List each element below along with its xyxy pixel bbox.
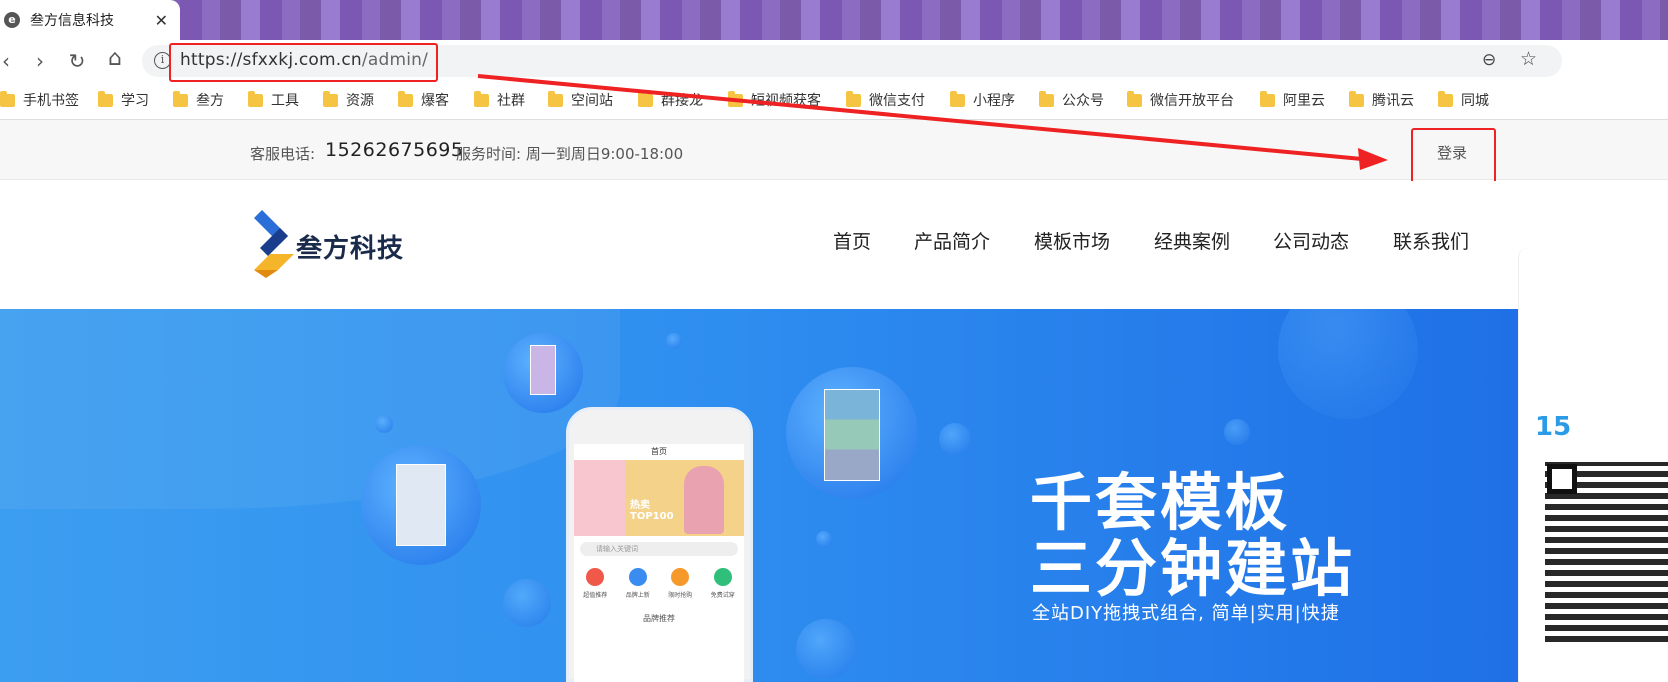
nav-item[interactable]: 经典案例 — [1154, 227, 1230, 254]
bubble-decor — [816, 531, 832, 547]
category-label: 超值推荐 — [583, 592, 608, 599]
category-label: 品牌上新 — [625, 592, 650, 599]
bubble-decor — [939, 423, 971, 455]
bubble-decor — [666, 333, 682, 349]
bubble-decor — [375, 415, 393, 433]
category-icon — [628, 568, 647, 586]
hero-subline: 全站DIY拖拽式组合, 简单|实用|快捷 — [1032, 603, 1340, 624]
template-thumbnail — [824, 389, 880, 481]
phone-banner-text: 热卖 TOP100 — [630, 500, 674, 522]
logo-text[interactable]: 叁方科技 — [296, 228, 404, 265]
phone-icon-item: 超值推荐 — [583, 568, 607, 599]
qr-corner — [1547, 464, 1577, 494]
hero-banner — [0, 309, 1518, 682]
category-label: 免费试穿 — [710, 592, 735, 599]
nav-item[interactable]: 产品简介 — [914, 227, 990, 254]
nav-item[interactable]: 公司动态 — [1273, 227, 1349, 254]
phone-icon-item: 限时抢购 — [668, 568, 692, 599]
phone-section: 品牌推荐 — [643, 614, 675, 623]
category-icon — [586, 568, 605, 586]
template-thumbnail — [396, 464, 446, 546]
bubble-decor — [796, 619, 856, 679]
category-label: 限时抢购 — [668, 592, 693, 599]
phone-screen: 首页 热卖 TOP100 请输入关键词 超值推荐 品牌上新 限时抢购 免费试穿 品牌推… — [574, 444, 744, 682]
hero-headline-2: 三分钟建站 — [1030, 532, 1356, 605]
nav-item[interactable]: 联系我们 — [1393, 227, 1469, 254]
phone-banner: 热卖 TOP100 — [574, 460, 744, 536]
bubble-decor — [503, 579, 551, 627]
bubble-decor — [1278, 309, 1418, 419]
model-image — [684, 466, 724, 534]
template-thumbnail — [530, 345, 556, 395]
category-icon — [713, 568, 732, 586]
phone-icon-item: 品牌上新 — [626, 568, 650, 599]
phone-search: 请输入关键词 — [580, 542, 738, 556]
phone-icon-item: 免费试穿 — [711, 568, 735, 599]
bubble-decor — [1224, 419, 1250, 445]
category-icon — [671, 568, 690, 586]
nav-item[interactable]: 模板市场 — [1034, 227, 1110, 254]
side-phone-number: 15 — [1535, 412, 1572, 442]
nav-item[interactable]: 首页 — [833, 227, 871, 254]
phone-icon-row: 超值推荐 品牌上新 限时抢购 免费试穿 — [574, 568, 744, 599]
phone-title: 首页 — [651, 447, 667, 456]
logo-icon[interactable] — [248, 210, 298, 278]
